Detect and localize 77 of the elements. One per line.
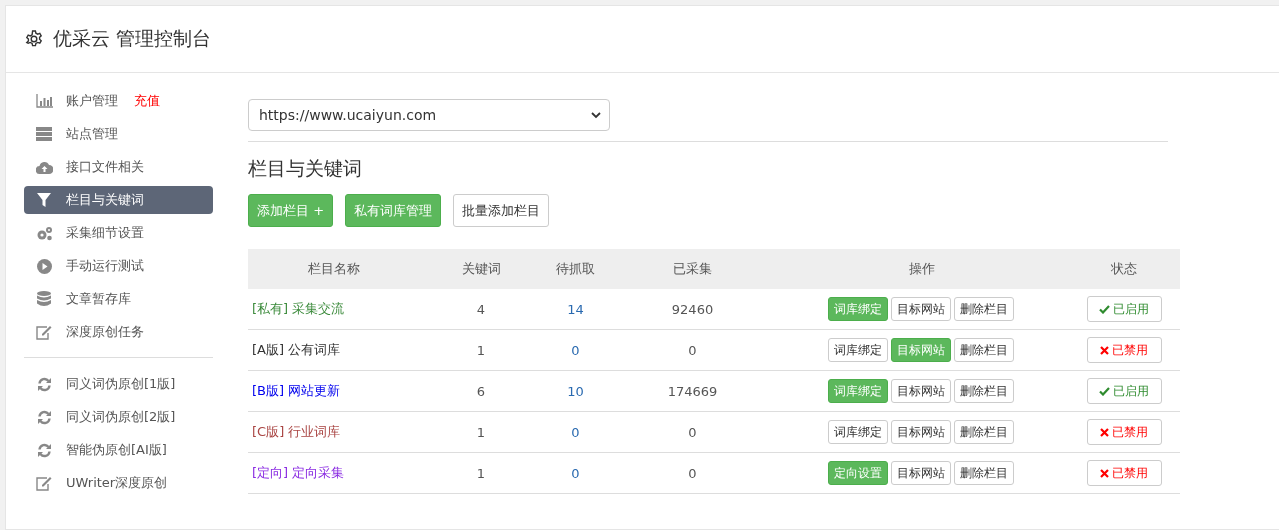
app-title: 优采云 管理控制台 [53,26,212,51]
sidebar-item[interactable]: 智能伪原创[AI版] [24,436,213,464]
sidebar-item[interactable]: 手动运行测试 [24,252,213,280]
table-cell: 4 [476,301,486,317]
action-button[interactable]: 目标网站 [890,461,951,485]
check-icon [1099,304,1110,314]
table-cell: 6 [476,383,486,399]
status-button[interactable]: 已启用 [1086,378,1162,404]
action-button[interactable]: 目标网站 [890,297,951,321]
status-button[interactable]: 已禁用 [1086,460,1162,486]
sidebar-item[interactable]: 栏目与关键词 [24,186,213,214]
action-button[interactable]: 删除栏目 [953,379,1014,403]
close-icon [1100,468,1109,478]
table-cell: 1 [476,342,486,358]
play-icon [36,258,52,274]
edit-icon [36,324,52,340]
column-name[interactable]: [B版] 网站更新 [252,383,341,398]
server-icon [36,127,52,141]
action-button[interactable]: 删除栏目 [953,420,1014,444]
status-button[interactable]: 已禁用 [1086,337,1162,363]
sidebar-item[interactable]: 同义词伪原创[2版] [24,403,213,431]
status-button[interactable]: 已启用 [1086,296,1162,322]
table-cell: 0 [688,465,697,481]
database-icon [37,291,51,307]
site-select[interactable]: https://www.ucaiyun.com [248,99,610,131]
table-cell: 0 [571,424,580,440]
edit-icon [36,475,52,491]
close-icon [1100,345,1109,355]
action-button[interactable]: 删除栏目 [953,297,1014,321]
chevron-down-icon [591,111,601,119]
table-cell: 0 [571,465,580,481]
cloud-upload-icon [35,160,53,174]
check-icon [1099,386,1110,396]
column-header: 操作 [909,261,935,276]
action-button[interactable]: 目标网站 [890,420,951,444]
action-button[interactable]: 删除栏目 [953,338,1014,362]
column-name[interactable]: [定向] 定向采集 [252,465,345,480]
column-header: 状态 [1111,261,1137,276]
column-header: 栏目名称 [308,261,360,276]
column-name[interactable]: [私有] 采集交流 [252,301,345,316]
status-button[interactable]: 已禁用 [1086,419,1162,445]
column-header: 已采集 [673,261,712,276]
sidebar-item[interactable]: 文章暂存库 [24,285,213,313]
column-name[interactable]: [A版] 公有词库 [252,342,341,357]
gears-icon [35,225,53,241]
column-name[interactable]: [C版] 行业词库 [252,424,341,439]
action-button[interactable]: 删除栏目 [953,461,1014,485]
action-button[interactable]: 词库绑定 [827,338,888,362]
action-button[interactable]: 目标网站 [890,379,951,403]
refresh-icon [36,376,52,392]
column-header: 待抓取 [556,261,595,276]
table-cell: 1 [476,424,486,440]
sidebar-item[interactable]: 站点管理 [24,120,213,148]
toolbar-button[interactable]: 批量添加栏目 [453,194,550,227]
sidebar-item[interactable]: 采集细节设置 [24,219,213,247]
bar-chart-icon [35,94,53,108]
table-cell: 10 [567,383,584,399]
sidebar-item[interactable]: UWriter深度原创 [24,469,213,497]
sidebar-item[interactable]: 接口文件相关 [24,153,213,181]
table-cell: 14 [567,301,584,317]
table-cell: 0 [688,424,697,440]
refresh-icon [36,409,52,425]
settings-icon [25,30,43,48]
table-cell: 174669 [667,383,718,399]
sidebar-item[interactable]: 深度原创任务 [24,318,213,346]
column-header: 关键词 [461,261,501,276]
sidebar-item[interactable]: 账户管理 充值 [24,87,213,115]
table-cell: 92460 [671,301,714,317]
table-cell: 1 [476,465,486,481]
action-button[interactable]: 词库绑定 [827,420,888,444]
refresh-icon [36,442,52,458]
table-cell: 0 [688,342,697,358]
sidebar-item[interactable]: 同义词伪原创[1版] [24,370,213,398]
filter-icon [37,193,51,207]
close-icon [1100,427,1109,437]
section-heading: 栏目与关键词 [248,156,363,181]
table-cell: 0 [571,342,580,358]
